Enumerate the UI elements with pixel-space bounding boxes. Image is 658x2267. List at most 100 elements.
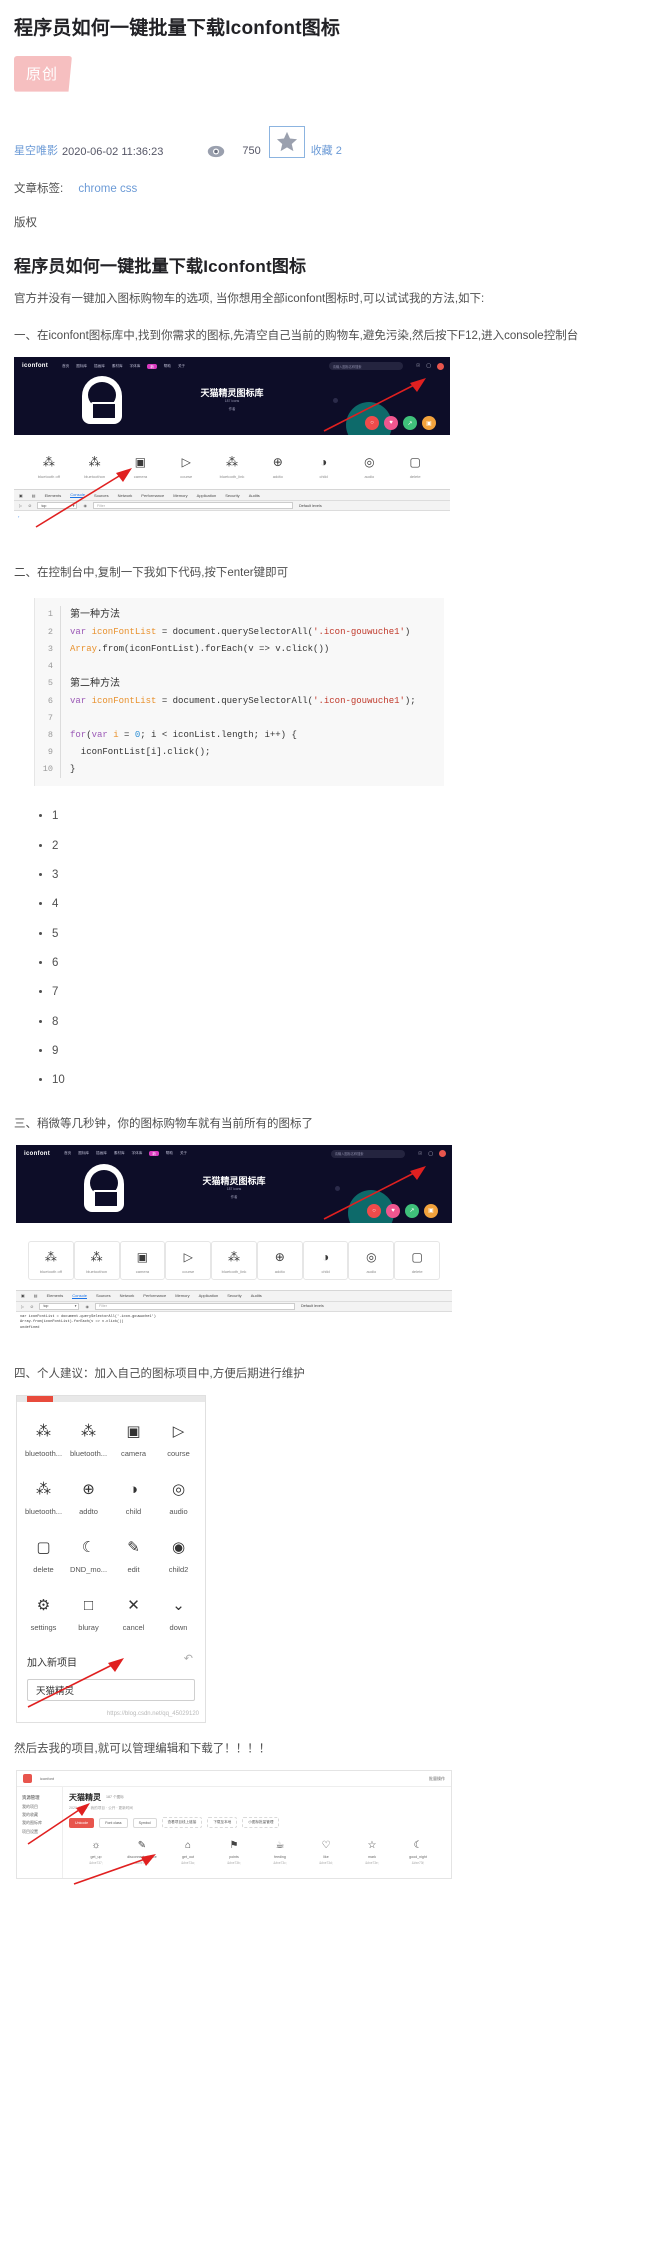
icon-cell[interactable]: ⁂ bluetooth... (66, 1412, 111, 1470)
execute-icon[interactable]: ▷ (21, 1304, 24, 1309)
nav-item-1[interactable]: 图标库 (78, 1151, 89, 1156)
floating-action-buttons[interactable]: ○ ♥ ↗ ▣ (367, 1203, 438, 1218)
icon-cell[interactable]: ▣ camera (119, 1240, 166, 1280)
filter-icon[interactable]: ◉ (85, 1304, 89, 1309)
icon-cell[interactable]: ⁂ bluetooth off (28, 1240, 74, 1280)
nav-item-1[interactable]: 图标库 (76, 364, 87, 369)
icon-cell[interactable]: ☾ good_night &#xe73f; (395, 1840, 441, 1865)
cart-icon[interactable]: ▢ (428, 1151, 433, 1157)
nav-item-2[interactable]: 插画库 (96, 1151, 107, 1156)
search-icon[interactable]: ○ (365, 416, 379, 431)
download-local-button[interactable]: 下载至本地 (207, 1817, 238, 1829)
icon-cell[interactable]: ♡ like &#xe73d; (303, 1840, 349, 1865)
inspect-icon[interactable]: ▣ (19, 493, 23, 498)
undo-icon[interactable]: ↶ (184, 1652, 193, 1665)
tab-application[interactable]: Application (199, 1293, 219, 1298)
share-icon[interactable]: ↗ (403, 416, 417, 431)
bell-icon[interactable]: ☉ (416, 363, 420, 369)
icon-cell[interactable]: ☾ DND_mo... (66, 1528, 111, 1586)
nav-item-0[interactable]: 首页 (64, 1151, 71, 1156)
avatar[interactable] (437, 362, 444, 370)
sidebar-item-icon-library[interactable]: 我的图标库 (22, 1819, 57, 1827)
icon-cell[interactable]: ▢ delete (392, 453, 438, 479)
tab-network[interactable]: Network (120, 1293, 135, 1298)
nav-item-2[interactable]: 插画库 (94, 364, 105, 369)
nav-item-4[interactable]: 字体库 (130, 364, 141, 369)
tab-audits[interactable]: Audits (251, 1293, 262, 1298)
icon-cell[interactable]: ☼ get_up &#xe737; (73, 1840, 119, 1865)
batch-manage-button[interactable]: 小图标批量管理 (242, 1817, 280, 1829)
author-link[interactable]: 星空唯影 (14, 142, 58, 158)
device-toolbar-icon[interactable]: ▤ (32, 493, 36, 498)
search-icon[interactable]: ○ (367, 1203, 381, 1218)
icon-cell[interactable]: ▷ course (165, 1240, 212, 1280)
tab-audits[interactable]: Audits (249, 493, 260, 498)
icon-cell[interactable]: ⁂ bluetooth_link (211, 1240, 257, 1280)
nav-item-3[interactable]: 素材库 (112, 364, 123, 369)
icon-cell[interactable]: ◎ audio (348, 1240, 395, 1280)
icon-cell[interactable]: ⁂ bluetooth... (21, 1412, 66, 1470)
console-output[interactable]: var iconFontList = document.querySelecto… (16, 1311, 452, 1348)
cart-icon[interactable]: ▢ (426, 363, 431, 369)
icon-cell[interactable]: □ bluray (66, 1586, 111, 1644)
favorite-button[interactable] (268, 125, 305, 158)
filter-input[interactable]: Filter (94, 1302, 295, 1310)
icon-cell[interactable]: ▢ delete (394, 1240, 441, 1280)
tab-network[interactable]: Network (118, 493, 133, 498)
execute-icon[interactable]: ▷ (19, 503, 22, 508)
console-output[interactable]: › (14, 511, 450, 548)
icon-cell[interactable]: ◑ child (111, 1470, 156, 1528)
devtools-tabs[interactable]: ▣ ▤ Elements Console Sources Network Per… (14, 490, 450, 502)
heart-icon[interactable]: ♥ (384, 416, 398, 431)
tab-performance[interactable]: Performance (141, 493, 164, 498)
icon-cell[interactable]: ⚙ settings (21, 1586, 66, 1644)
view-online-link-button[interactable]: 查看项目线上链接 (161, 1817, 203, 1829)
filter-icon[interactable]: ◉ (83, 503, 87, 508)
tab-memory[interactable]: Memory (173, 493, 187, 498)
icon-cell[interactable]: ⌂ get_out &#xe73a; (165, 1840, 211, 1865)
tab-sources[interactable]: Sources (94, 493, 109, 498)
tag-link[interactable]: chrome css (78, 183, 137, 195)
cart-icon[interactable]: ▣ (424, 1203, 438, 1218)
icon-cell[interactable]: ◎ audio (156, 1470, 201, 1528)
tab-elements[interactable]: Elements (45, 493, 62, 498)
heart-icon[interactable]: ♥ (386, 1203, 400, 1218)
tab-memory[interactable]: Memory (175, 1293, 189, 1298)
tab-elements[interactable]: Elements (47, 1293, 64, 1298)
sidebar-item-favorites[interactable]: 我的收藏 (22, 1811, 57, 1819)
icon-cell[interactable]: ◎ audio (346, 453, 392, 479)
tab-console[interactable]: Console (72, 1293, 87, 1299)
clear-console-icon[interactable]: ⊘ (30, 1304, 33, 1309)
icon-cell[interactable]: ▣ camera (111, 1412, 156, 1470)
icon-cell[interactable]: ⁂ bluetooth... (21, 1470, 66, 1528)
device-toolbar-icon[interactable]: ▤ (34, 1293, 38, 1298)
floating-action-buttons[interactable]: ○ ♥ ↗ ▣ (365, 416, 436, 431)
tab-application[interactable]: Application (197, 493, 217, 498)
nav-item-0[interactable]: 首页 (62, 364, 69, 369)
tab-console[interactable]: Console (70, 492, 85, 499)
icon-cell[interactable]: ☕ feeding &#xe73c; (257, 1840, 303, 1865)
share-icon[interactable]: ↗ (405, 1203, 419, 1218)
nav-item-3[interactable]: 素材库 (114, 1151, 125, 1156)
unicode-tab[interactable]: Unicode (69, 1817, 95, 1828)
nav-item-4[interactable]: 字体库 (132, 1151, 143, 1156)
tab-security[interactable]: Security (225, 493, 239, 498)
icon-cell[interactable]: ✎ disconnect_device &#xe738; (119, 1840, 165, 1865)
icon-cell[interactable]: ▷ course (156, 1412, 201, 1470)
iconfont-nav-items[interactable]: 首页 图标库 插画库 素材库 字体库 新 帮助 关于 (62, 363, 185, 369)
fontclass-tab[interactable]: Font class (99, 1817, 128, 1828)
code-block[interactable]: 1 第一种方法 2 var iconFontList = document.quer… (34, 598, 444, 787)
nav-item-6[interactable]: 关于 (180, 1151, 187, 1156)
iconfont-nav-icons[interactable]: ☉ ▢ (416, 362, 444, 370)
sidebar-item-my-projects[interactable]: 我的项目 (22, 1803, 57, 1811)
icon-cell[interactable]: ◑ child (302, 1240, 349, 1280)
icon-cell[interactable]: ☆ mark &#xe73e; (349, 1840, 395, 1865)
nav-item-6[interactable]: 关于 (178, 364, 185, 369)
nav-item-5[interactable]: 帮助 (164, 364, 171, 369)
icon-cell[interactable]: ✕ cancel (111, 1586, 156, 1644)
avatar[interactable] (439, 1150, 446, 1158)
context-select[interactable]: top (37, 502, 78, 510)
icon-cell[interactable]: ⊕ addto (66, 1470, 111, 1528)
icon-cell[interactable]: ◑ child (301, 453, 347, 479)
filter-input[interactable]: Filter (92, 502, 293, 510)
